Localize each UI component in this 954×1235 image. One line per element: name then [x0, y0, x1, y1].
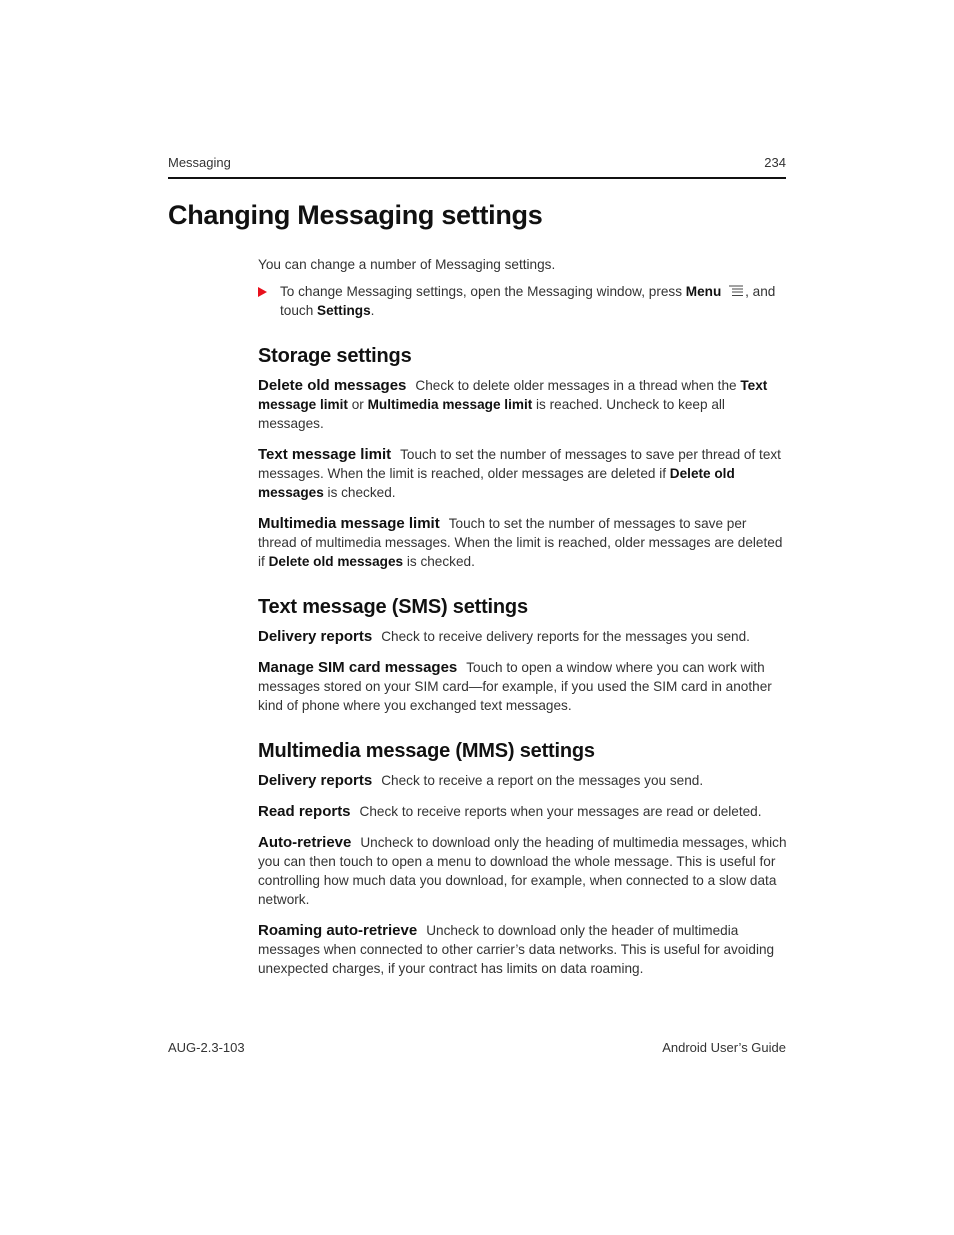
setting-read-reports: Read reports Check to receive reports whe…	[258, 803, 762, 820]
setting-term: Auto-retrieve	[258, 834, 352, 851]
storage-settings-heading: Storage settings	[258, 345, 412, 367]
setting-delete-old-messages: Delete old messages Check to delete older…	[258, 377, 768, 431]
mms-settings-heading: Multimedia message (MMS) settings	[258, 740, 595, 762]
setting-term: Read reports	[258, 803, 351, 820]
intro-text: You can change a number of Messaging set…	[258, 257, 556, 272]
menu-label: Menu	[685, 284, 722, 299]
footer-doc-id: AUG-2.3-103	[168, 1040, 245, 1055]
page-title: Changing Messaging settings	[168, 200, 543, 230]
footer-guide-name: Android User’s Guide	[662, 1040, 786, 1055]
setting-roaming-auto-retrieve: Roaming auto-retrieve Uncheck to download…	[258, 922, 775, 976]
page-content: You can change a number of Messaging set…	[258, 255, 788, 990]
header-section: Messaging	[168, 155, 231, 170]
setting-term: Delivery reports	[258, 772, 373, 789]
setting-term: Manage SIM card messages	[258, 659, 458, 676]
setting-term: Roaming auto-retrieve	[258, 922, 418, 939]
setting-sms-delivery-reports: Delivery reports Check to receive deliver…	[258, 628, 750, 645]
setting-multimedia-message-limit: Multimedia message limit Touch to set the…	[258, 515, 783, 569]
setting-term: Delete old messages	[258, 377, 407, 394]
setting-term: Multimedia message limit	[258, 515, 440, 532]
setting-mms-delivery-reports: Delivery reports Check to receive a repor…	[258, 772, 704, 789]
bullet-arrow-icon	[258, 287, 267, 297]
page-number: 234	[764, 155, 786, 170]
page-header: Messaging 234	[168, 155, 786, 179]
setting-text-message-limit: Text message limit Touch to set the numbe…	[258, 446, 781, 500]
menu-icon	[729, 285, 744, 296]
sms-settings-heading: Text message (SMS) settings	[258, 596, 528, 618]
setting-manage-sim-card-messages: Manage SIM card messages Touch to open a …	[258, 659, 772, 713]
setting-auto-retrieve: Auto-retrieve Uncheck to download only th…	[258, 834, 787, 907]
settings-label: Settings	[317, 303, 371, 318]
instruction-step: To change Messaging settings, open the M…	[258, 282, 788, 320]
setting-term: Delivery reports	[258, 628, 373, 645]
setting-term: Text message limit	[258, 446, 392, 463]
